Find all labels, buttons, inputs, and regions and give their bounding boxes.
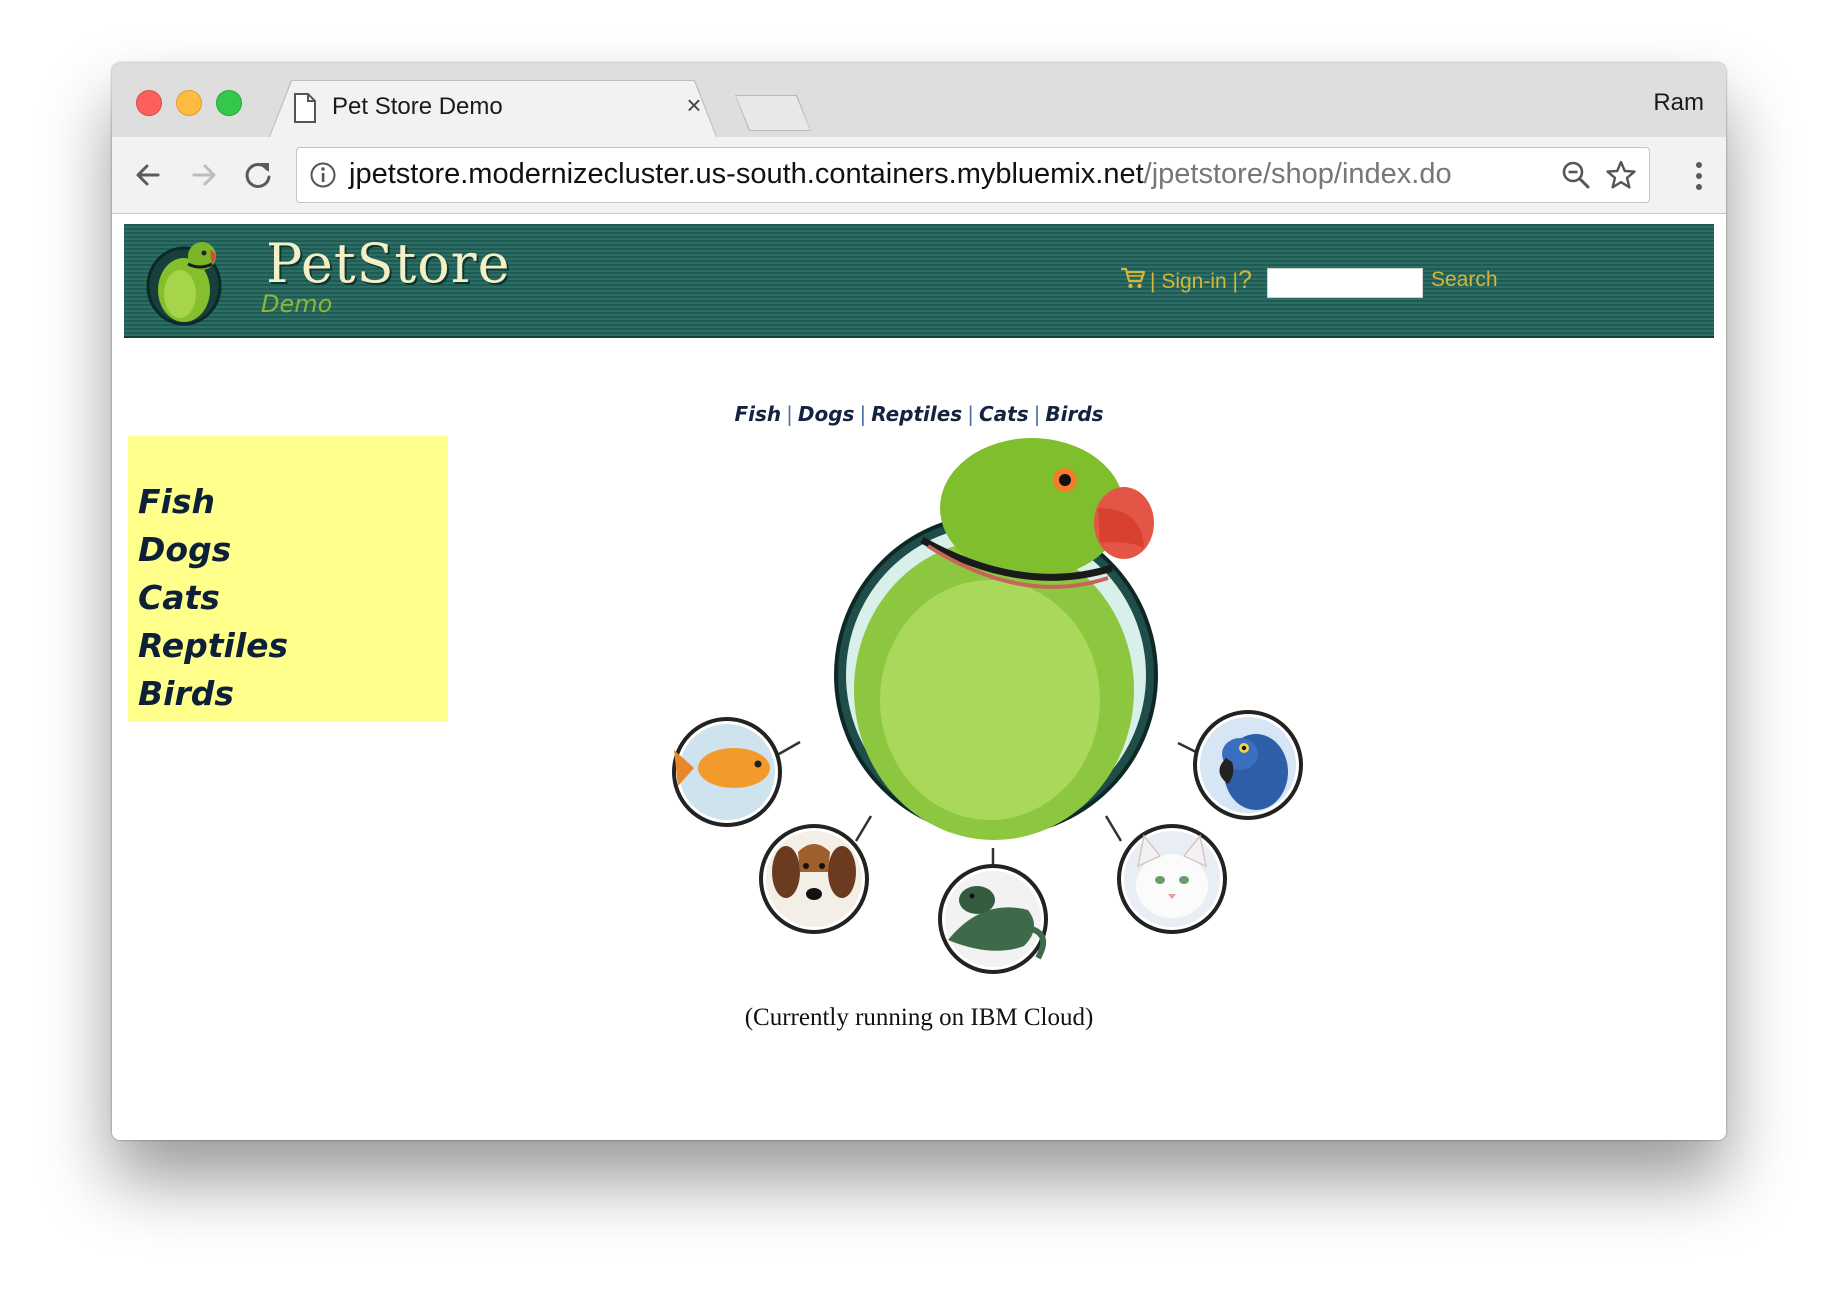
quick-nav-birds[interactable]: Birds [1044, 402, 1104, 426]
bird-main-link[interactable] [834, 438, 1158, 840]
separator: | [1033, 402, 1041, 426]
profile-name[interactable]: Ram [1653, 89, 1704, 117]
window-maximize-button[interactable] [216, 90, 242, 116]
account-links: | Sign-in |? [1150, 266, 1252, 295]
quick-nav-dogs[interactable]: Dogs [797, 402, 856, 426]
parrot-logo-icon[interactable] [146, 234, 226, 326]
separator: | [786, 402, 793, 426]
cat-link[interactable] [1117, 824, 1227, 934]
bird-macaw-link[interactable] [1193, 710, 1303, 820]
browser-window: Pet Store Demo × Ram jpetstore.modernize… [112, 63, 1726, 1140]
search-button[interactable]: Search [1431, 268, 1498, 292]
separator: | [967, 402, 974, 426]
pet-image-map [672, 438, 1303, 974]
quick-nav-reptiles[interactable]: Reptiles [870, 402, 963, 426]
category-sidebar: Fish Dogs Cats Reptiles Birds [128, 436, 448, 722]
sidebar-item-reptiles[interactable]: Reptiles [138, 626, 288, 665]
header-banner: PetStore Demo | Sign-in |? Search [124, 224, 1714, 338]
sign-in-link[interactable]: Sign-in [1161, 270, 1226, 293]
separator: | [1150, 270, 1156, 293]
tab-strip: Pet Store Demo × Ram [112, 63, 1726, 137]
window-close-button[interactable] [136, 90, 162, 116]
quick-nav: Fish | Dogs | Reptiles | Cats | Birds [112, 402, 1726, 426]
brand-title[interactable]: PetStore [266, 232, 511, 295]
brand-subtitle: Demo [261, 290, 333, 318]
arrow-right-icon[interactable] [186, 157, 222, 193]
fish-link[interactable] [672, 717, 782, 827]
running-note: (Currently running on IBM Cloud) [744, 1004, 1094, 1031]
info-icon[interactable] [309, 161, 337, 189]
sidebar-item-dogs[interactable]: Dogs [138, 530, 231, 569]
dog-link[interactable] [759, 824, 869, 934]
page-viewport: PetStore Demo | Sign-in |? Search Fish | D… [112, 214, 1726, 1140]
quick-nav-fish[interactable]: Fish [733, 402, 782, 426]
url-host: jpetstore.modernizecluster.us-south.cont… [349, 158, 1144, 190]
tab-title[interactable]: Pet Store Demo [332, 93, 503, 121]
kebab-menu-icon[interactable] [1694, 159, 1704, 193]
arrow-left-icon[interactable] [130, 157, 166, 193]
url-text[interactable]: jpetstore.modernizecluster.us-south.cont… [349, 158, 1452, 191]
star-icon[interactable] [1605, 159, 1637, 191]
page-icon [294, 93, 316, 123]
window-minimize-button[interactable] [176, 90, 202, 116]
reload-icon[interactable] [240, 157, 276, 193]
sidebar-item-fish[interactable]: Fish [138, 482, 215, 521]
zoom-icon[interactable] [1561, 160, 1591, 190]
tab-close-icon[interactable]: × [680, 91, 708, 119]
cart-icon[interactable] [1120, 266, 1146, 290]
address-bar[interactable]: jpetstore.modernizecluster.us-south.cont… [296, 147, 1650, 203]
sidebar-item-cats[interactable]: Cats [138, 578, 220, 617]
sidebar-item-birds[interactable]: Birds [138, 674, 234, 713]
reptile-link[interactable] [938, 864, 1048, 974]
help-link[interactable]: ? [1238, 266, 1252, 294]
quick-nav-cats[interactable]: Cats [978, 402, 1030, 426]
separator: | [859, 402, 867, 426]
browser-toolbar: jpetstore.modernizecluster.us-south.cont… [112, 137, 1726, 214]
search-input[interactable] [1267, 268, 1423, 298]
url-path: /jpetstore/shop/index.do [1143, 158, 1452, 190]
